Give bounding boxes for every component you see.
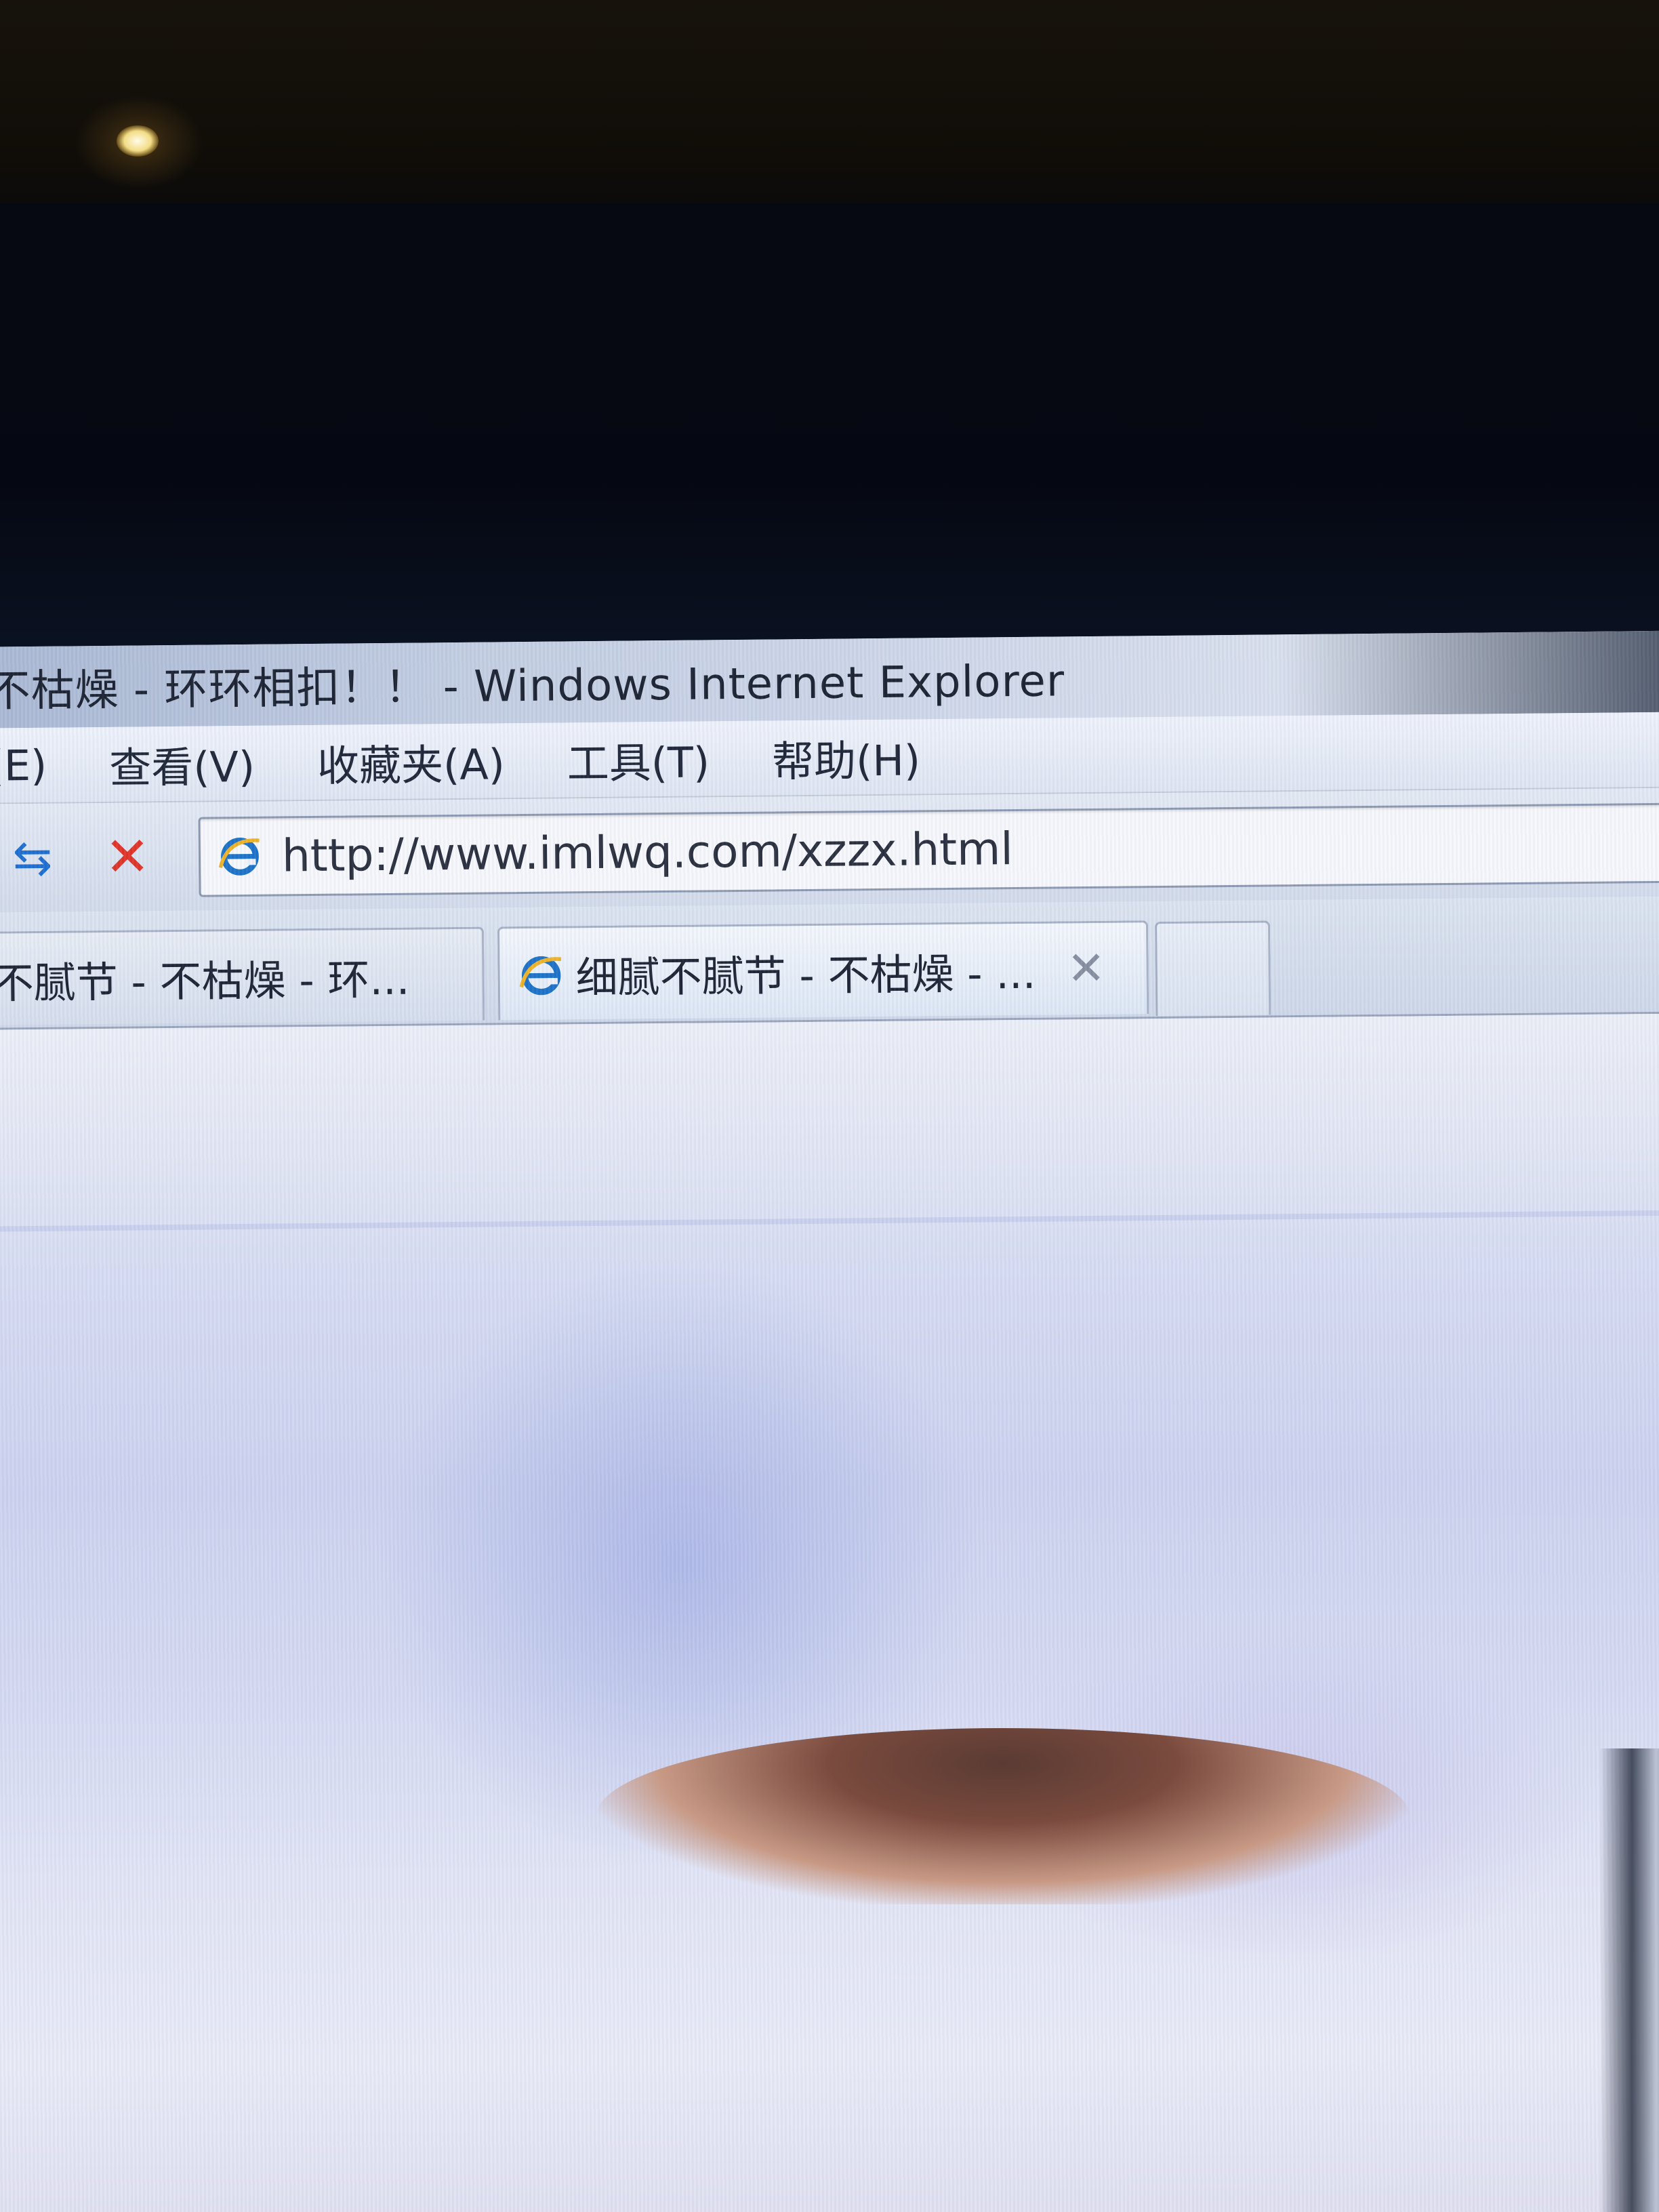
stop-icon[interactable]: ✕ <box>97 825 159 888</box>
photo-scene: 不枯燥 - 环环相扣！！ - Windows Internet Explorer… <box>0 0 1659 2212</box>
window-titlebar[interactable]: 不枯燥 - 环环相扣！！ - Windows Internet Explorer <box>0 630 1659 729</box>
ceiling-light <box>117 125 159 157</box>
close-icon[interactable]: ✕ <box>1067 942 1106 996</box>
window-title: 不枯燥 - 环环相扣！！ - Windows Internet Explorer <box>0 656 1065 717</box>
menu-item-help[interactable]: 帮助(H) <box>772 726 921 788</box>
background-figure-head <box>596 1728 1410 1904</box>
page-content <box>0 1013 1659 2212</box>
menu-item-tools[interactable]: 工具(T) <box>567 728 710 790</box>
url-text: http://www.imlwq.com/xzzx.html <box>281 823 1014 882</box>
new-tab-button[interactable] <box>1154 920 1271 1017</box>
room-background <box>0 0 1659 224</box>
tab-active[interactable]: 细腻不腻节 - 不枯燥 - ... ✕ <box>497 920 1149 1021</box>
ie-tab-icon <box>519 956 562 995</box>
menu-item-favorites[interactable]: 收藏夹(A) <box>317 730 506 793</box>
ie-page-icon <box>218 837 260 876</box>
tab-label: 细腻不腻节 - 不枯燥 - ... <box>575 948 1036 1002</box>
background-figure-edge <box>1599 1748 1659 2212</box>
content-band <box>0 1210 1659 1232</box>
tab-label: 不腻节 - 不枯燥 - 环... <box>0 954 410 1008</box>
tab-background[interactable]: 不腻节 - 不枯燥 - 环... <box>0 926 485 1025</box>
address-toolbar: ⇆ ✕ http://www.imlwq.com/xzzx.html <box>0 787 1659 913</box>
refresh-icon[interactable]: ⇆ <box>2 830 64 886</box>
address-bar[interactable]: http://www.imlwq.com/xzzx.html <box>198 802 1659 897</box>
menu-item-edit[interactable]: (E) <box>0 740 47 790</box>
menu-item-view[interactable]: 查看(V) <box>109 733 255 795</box>
monitor-screen: 不枯燥 - 环环相扣！！ - Windows Internet Explorer… <box>0 630 1659 2212</box>
tab-strip: 不腻节 - 不枯燥 - 环... 细腻不腻节 - 不枯燥 - ... ✕ <box>0 896 1659 1030</box>
monitor-bezel <box>0 203 1659 657</box>
